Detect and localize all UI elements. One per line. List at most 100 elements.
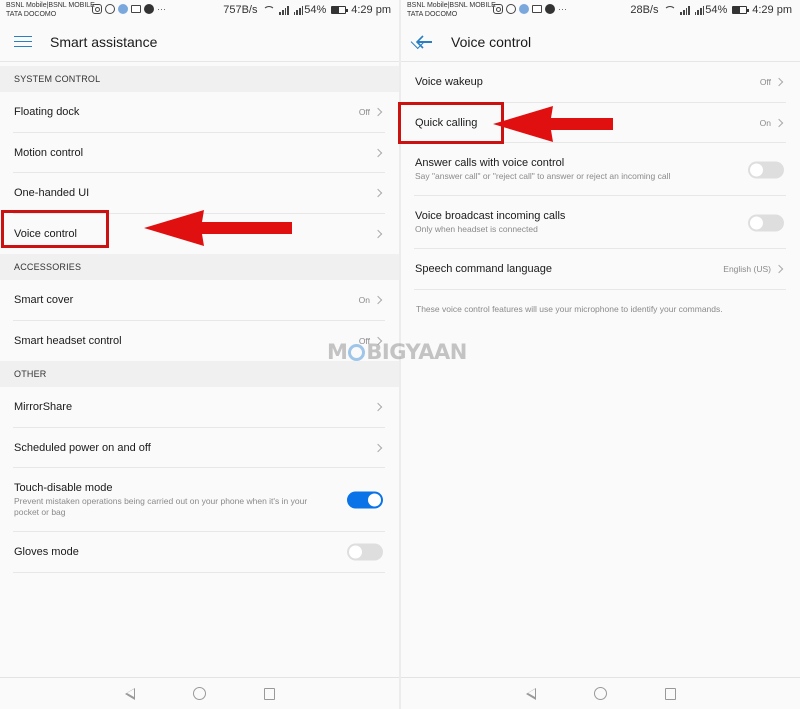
gmail-icon	[131, 5, 141, 13]
messenger-icon	[118, 4, 128, 14]
list-item-mirrorshare[interactable]: MirrorShare	[0, 387, 399, 428]
item-label: One-handed UI	[14, 187, 90, 200]
chevron-right-icon	[774, 265, 784, 274]
nav-recents-icon[interactable]	[263, 687, 275, 700]
signal-icon-1	[279, 5, 289, 15]
item-trailing: Off	[760, 77, 784, 87]
toggle-switch[interactable]	[748, 161, 784, 178]
carrier-info: BSNL Mobile|BSNL MOBILE TATA DOCOMO	[407, 2, 496, 19]
more-notifications-icon: ···	[558, 4, 567, 14]
chevron-right-icon	[373, 189, 383, 198]
chevron-right-icon	[373, 108, 383, 117]
item-trailing: On	[359, 295, 383, 305]
list-item-touch-disable-mode[interactable]: Touch-disable mode Prevent mistaken opera…	[0, 468, 399, 532]
instagram-icon	[92, 4, 102, 14]
page-title: Smart assistance	[50, 33, 158, 50]
chevron-right-icon	[373, 403, 383, 412]
footer-note: These voice control features will use yo…	[416, 303, 723, 314]
battery-percent: 54%	[304, 4, 327, 16]
chevron-right-icon	[774, 78, 784, 87]
gmail-icon	[532, 5, 542, 13]
list-item-voice-control[interactable]: Voice control	[0, 213, 399, 254]
settings-list: Voice wakeup Off Quick calling On Answer cal…	[401, 62, 800, 290]
item-label: Voice wakeup	[415, 76, 483, 89]
list-item-voice-wakeup[interactable]: Voice wakeup Off	[401, 62, 800, 103]
item-label: Motion control	[14, 146, 84, 159]
signal-icon-1	[680, 5, 690, 15]
list-item-voice-broadcast-incoming-calls[interactable]: Voice broadcast incoming calls Only when …	[401, 196, 800, 249]
item-label: Floating dock	[14, 106, 80, 119]
list-item-gloves-mode[interactable]: Gloves mode	[0, 532, 399, 573]
toggle-knob	[349, 545, 362, 559]
signal-icon-2	[293, 5, 304, 15]
nav-back-icon[interactable]	[124, 687, 135, 700]
list-item-smart-cover[interactable]: Smart cover On	[0, 280, 399, 321]
watermark-logo: M BIGYAAN	[327, 340, 467, 364]
item-value: On	[759, 117, 771, 128]
toggle-switch[interactable]	[347, 491, 383, 509]
carrier-line-2: TATA DOCOMO	[6, 10, 57, 18]
item-trailing	[373, 229, 383, 238]
clock: 4:29 pm	[752, 4, 792, 16]
item-label: MirrorShare	[14, 401, 73, 414]
battery-icon	[732, 6, 750, 14]
messenger-icon	[519, 4, 529, 14]
item-label: Scheduled power on and off	[14, 441, 151, 454]
item-label: Speech command language	[415, 263, 552, 276]
item-label: Quick calling	[415, 116, 478, 129]
whatsapp-icon	[105, 4, 115, 14]
status-bar: BSNL Mobile|BSNL MOBILE TATA DOCOMO ··· …	[401, 0, 800, 22]
toggle-switch[interactable]	[748, 214, 784, 231]
chevron-right-icon	[373, 296, 383, 305]
chevron-right-icon	[774, 118, 784, 127]
chat-icon	[545, 4, 555, 14]
chevron-right-icon	[373, 229, 383, 238]
watermark-o-icon	[348, 344, 366, 361]
navigation-bar	[401, 677, 800, 709]
item-trailing	[347, 543, 383, 561]
app-bar: Voice control	[401, 22, 800, 62]
navigation-bar	[0, 677, 399, 709]
item-trailing: English (US)	[723, 264, 784, 274]
item-trailing	[373, 148, 383, 157]
battery-percent: 54%	[705, 4, 728, 16]
chevron-right-icon	[373, 148, 383, 157]
nav-home-icon[interactable]	[593, 687, 607, 700]
item-label: Touch-disable mode	[14, 482, 113, 494]
carrier-info: BSNL Mobile|BSNL MOBILE TATA DOCOMO	[6, 2, 95, 19]
back-arrow-icon[interactable]	[415, 33, 433, 51]
item-label: Smart headset control	[14, 334, 122, 347]
chat-icon	[144, 4, 154, 14]
item-label: Voice control	[14, 227, 77, 240]
item-value: Off	[759, 77, 771, 88]
item-trailing: Off	[359, 107, 383, 117]
list-item-one-handed-ui[interactable]: One-handed UI	[0, 173, 399, 214]
menu-icon[interactable]	[14, 35, 32, 48]
network-speed: 28B/s	[630, 4, 659, 16]
nav-recents-icon[interactable]	[664, 687, 676, 700]
list-item-floating-dock[interactable]: Floating dock Off	[0, 92, 399, 133]
wifi-icon	[663, 5, 677, 15]
list-item-speech-command-language[interactable]: Speech command language English (US)	[401, 249, 800, 290]
item-label: Gloves mode	[14, 546, 79, 559]
nav-back-icon[interactable]	[525, 687, 536, 700]
item-trailing: On	[760, 118, 784, 128]
status-right: 28B/s 54% 4:29 pm	[630, 4, 792, 16]
notification-icons: ···	[493, 4, 570, 14]
status-bar: BSNL Mobile|BSNL MOBILE TATA DOCOMO ··· …	[0, 0, 399, 22]
item-value: Off	[358, 107, 370, 118]
list-item-quick-calling[interactable]: Quick calling On	[401, 102, 800, 143]
toggle-knob	[368, 493, 381, 507]
section-header-other: OTHER	[0, 361, 399, 387]
item-trailing	[748, 214, 784, 231]
item-label: Smart cover	[14, 294, 74, 307]
status-right: 757B/s 54% 4:29 pm	[223, 4, 391, 16]
toggle-switch[interactable]	[347, 543, 383, 561]
list-item-motion-control[interactable]: Motion control	[0, 132, 399, 173]
list-item-scheduled-power-on-and-off[interactable]: Scheduled power on and off	[0, 427, 399, 468]
item-label: Answer calls with voice control	[415, 157, 565, 169]
battery-icon	[331, 6, 349, 14]
list-item-answer-calls-with-voice-control[interactable]: Answer calls with voice control Say "answ…	[401, 143, 800, 196]
item-label: Voice broadcast incoming calls	[415, 210, 566, 222]
nav-home-icon[interactable]	[192, 687, 206, 700]
